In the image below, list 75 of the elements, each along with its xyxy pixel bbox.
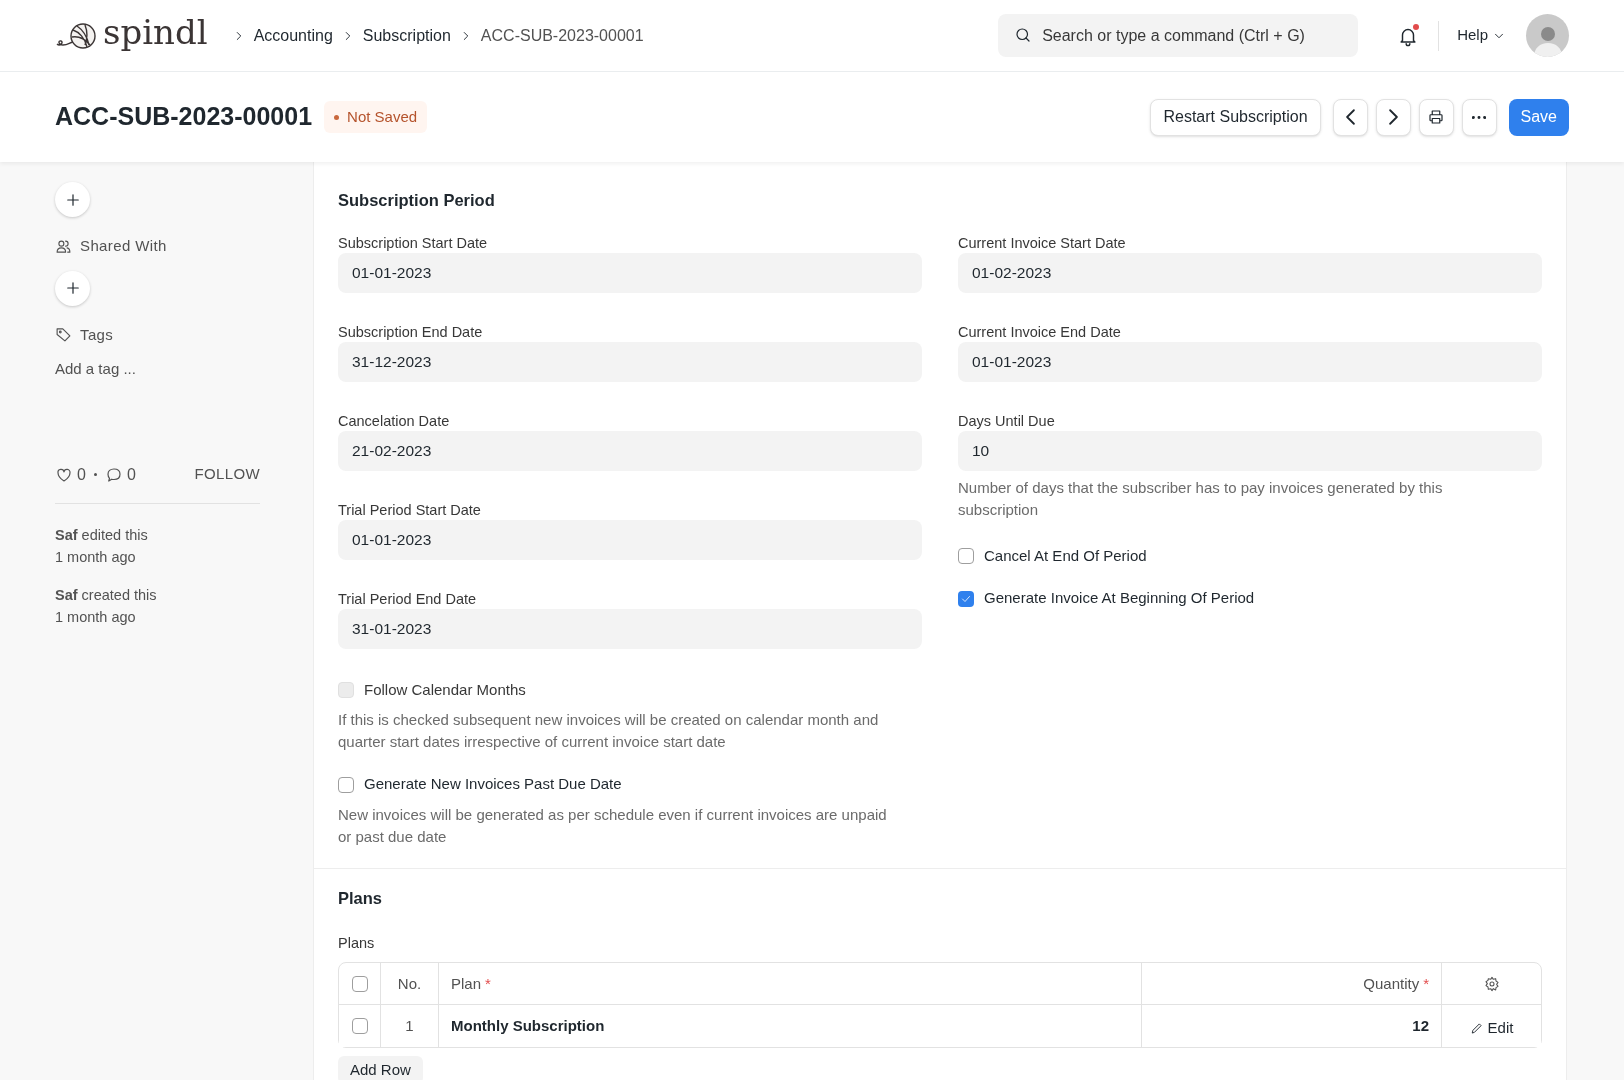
activity-time: 1 month ago	[55, 547, 137, 567]
column-header: Plan *	[439, 963, 1142, 1005]
field-label: Cancelation Date	[338, 411, 451, 430]
save-button[interactable]: Save	[1508, 98, 1569, 136]
checkbox-option[interactable]: Cancel At End Of Period	[958, 544, 1147, 568]
section-title: Subscription Period	[338, 190, 496, 211]
input-field[interactable]: 01-01-2023	[338, 252, 922, 293]
input-field[interactable]: 01-02-2023	[958, 252, 1542, 293]
previous-button[interactable]	[1332, 98, 1368, 136]
add-button[interactable]	[55, 182, 90, 217]
section-title: Plans	[338, 887, 384, 909]
checkbox[interactable]	[958, 590, 974, 607]
checkbox[interactable]	[351, 1018, 368, 1035]
checkbox[interactable]	[351, 975, 368, 992]
help-menu[interactable]: Help	[1457, 24, 1506, 47]
add-row-button[interactable]: Add Row	[338, 1056, 423, 1080]
input-field[interactable]: 31-01-2023	[338, 608, 922, 649]
checkbox-option[interactable]: Generate New Invoices Past Due Date	[338, 773, 622, 796]
field-label: Subscription End Date	[338, 322, 484, 341]
logo[interactable]: spindl	[55, 21, 208, 50]
table-label: Plans	[338, 933, 376, 953]
checkbox[interactable]	[958, 548, 974, 564]
breadcrumb-link[interactable]: Subscription	[362, 23, 451, 48]
comment-icon	[104, 465, 123, 484]
required-mark: *	[485, 973, 491, 994]
like-count: 0	[77, 464, 86, 485]
print-button[interactable]	[1418, 98, 1454, 136]
restart-subscription-button[interactable]: Restart Subscription	[1150, 98, 1321, 136]
breadcrumb-link[interactable]: ACC-SUB-2023-00001	[480, 23, 644, 48]
activity-time: 1 month ago	[55, 607, 137, 627]
shared-with-label: Shared With	[80, 236, 167, 256]
field-label: Trial Period End Date	[338, 589, 478, 608]
chevron-left-icon	[1345, 109, 1355, 125]
search-field[interactable]: Search or type a command (Ctrl + G)	[998, 14, 1359, 57]
printer-icon	[1427, 108, 1446, 126]
input-field[interactable]: 01-01-2023	[958, 341, 1542, 382]
field-label: Trial Period Start Date	[338, 500, 482, 519]
edit-button[interactable]: Edit	[1469, 1017, 1514, 1040]
add-button[interactable]	[55, 270, 90, 306]
next-button[interactable]	[1375, 98, 1411, 136]
field-description: New invoices will be generated as per schedule even if current invoices are unpaid or past due date	[338, 804, 888, 847]
input-field[interactable]: 10	[958, 430, 1542, 471]
page-title: ACC-SUB-2023-00001	[55, 101, 313, 133]
table-cell: 12	[1142, 1005, 1442, 1048]
field-description: Number of days that the subscriber has to pay invoices generated by this subscription	[958, 477, 1444, 520]
required-mark: *	[1423, 973, 1429, 994]
table-cell: 1	[381, 1005, 439, 1048]
follow-button[interactable]: FOLLOW	[194, 463, 260, 486]
add-tag-link[interactable]: Add a tag ...	[55, 358, 136, 381]
activity-text: Saf created this	[55, 585, 158, 605]
field-description: If this is checked subsequent new invoices will be created on calendar month and quarter start dates irrespective of current invoice start date	[338, 710, 880, 753]
column-header: No.	[381, 963, 439, 1005]
yarn-ball-icon	[55, 21, 99, 50]
tags-label: Tags	[80, 324, 114, 345]
status-indicator: Not Saved	[324, 100, 428, 134]
field-label: Subscription Start Date	[338, 233, 489, 252]
input-field[interactable]: 01-01-2023	[338, 519, 922, 560]
breadcrumb-link[interactable]: Accounting	[253, 23, 333, 48]
checkbox[interactable]	[338, 776, 354, 793]
column-header: Quantity *	[1142, 963, 1442, 1005]
chevron-right-icon	[1388, 109, 1398, 125]
pencil-icon	[1469, 1021, 1484, 1036]
settings-icon	[1483, 975, 1500, 992]
ellipsis-icon	[1472, 115, 1487, 119]
field-label: Current Invoice Start Date	[958, 233, 1127, 252]
input-field[interactable]: 31-12-2023	[338, 341, 922, 382]
field-label: Current Invoice End Date	[958, 322, 1122, 341]
tag-icon	[55, 326, 72, 344]
table-cell: Monthly Subscription	[439, 1005, 1142, 1048]
user-avatar[interactable]	[1526, 14, 1569, 57]
field-label: Days Until Due	[958, 411, 1056, 430]
checkbox-option[interactable]: Generate Invoice At Beginning Of Period	[958, 587, 1255, 610]
activity-text: Saf edited this	[55, 525, 149, 545]
input-field[interactable]: 21-02-2023	[338, 430, 922, 471]
comment-count: 0	[126, 464, 136, 485]
